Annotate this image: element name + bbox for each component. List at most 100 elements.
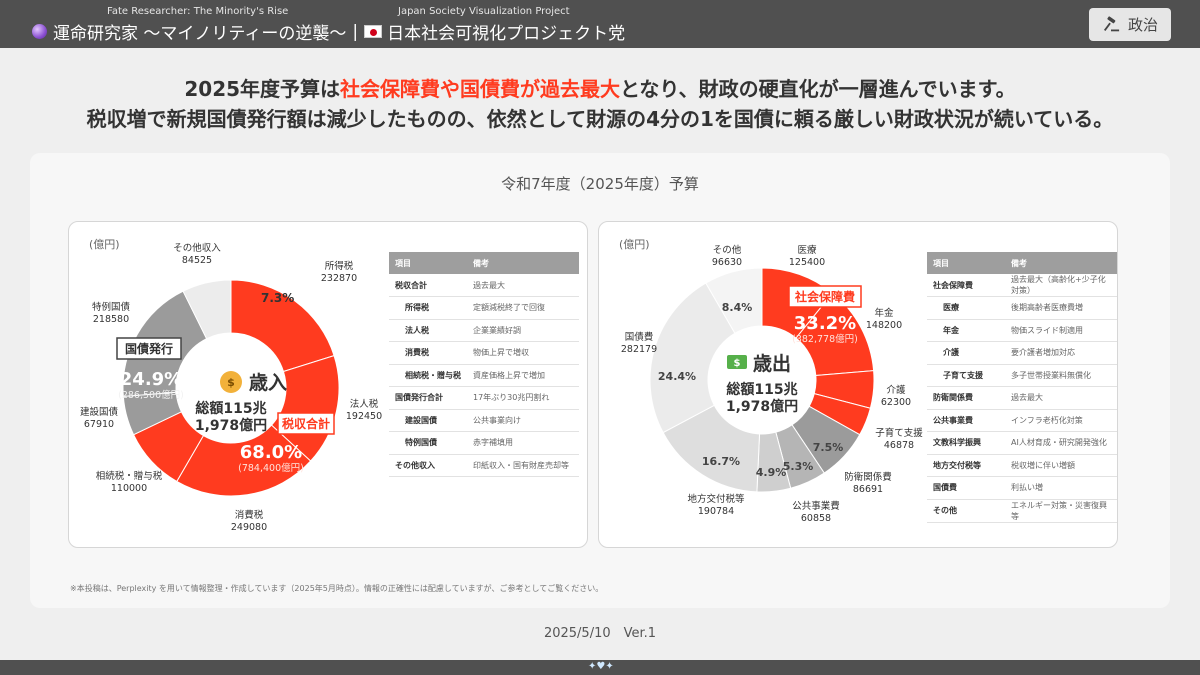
expenditure-label-name-7: 国債費 [625,331,654,343]
revenue-label-value-4: 67910 [84,419,114,430]
expenditure-center-title: 歳出 [753,352,791,375]
footnote: ※本投稿は、Perplexity を用いて情報整理・作成しています（2025年5… [70,584,604,593]
brand-right-title: 日本社会可視化プロジェクト党 [387,24,626,44]
expenditure-row-note: インフラ老朽化対策 [1005,409,1117,432]
social-callout-pct: 33.2% [794,313,856,334]
expenditure-label-name-3: 子育て支援 [875,427,923,439]
table-row: 子育て支援 多子世帯授業料無償化 [927,364,1117,387]
revenue-row-note: 印紙収入・国有財産売却等 [467,454,579,477]
social-callout-amount: (382,778億円) [792,333,858,345]
headline-line-1-post: となり、財政の硬直化が一層進んでいます。 [620,77,1016,101]
revenue-row-item: 法人税 [389,319,467,342]
headline: 2025年度予算は社会保障費や国債費が過去最大となり、財政の硬直化が一層進んでい… [0,74,1200,134]
category-tag-button[interactable]: 政治 [1089,8,1171,41]
expenditure-slice-pct-4: 7.5% [813,441,844,454]
date-version: 2025/5/10 Ver.1 [543,626,657,641]
expenditure-row-item: 医療 [927,296,1005,320]
table-header-note: 備考 [1005,252,1117,274]
expenditure-row-note: 後期高齢者医療費増 [1005,296,1117,320]
expenditure-row-note: エネルギー対策・災害復興等 [1005,499,1117,523]
expenditure-label-value-2: 62300 [881,397,911,408]
gavel-icon [1103,15,1120,31]
revenue-row-item: その他収入 [389,454,467,477]
expenditure-slice-pct-5: 5.3% [783,460,814,473]
brand-separator: | [352,21,359,42]
social-callout-label: 社会保障費 [794,289,855,304]
table-row: 相続税・贈与税 資産価格上昇で増加 [389,364,579,387]
revenue-row-note: 公共事業向け [467,409,579,432]
revenue-row-note: 資産価格上昇で増加 [467,364,579,387]
revenue-total-line2: 1,978億円 [195,417,267,434]
tax-callout-label: 税収合計 [282,416,330,431]
expenditure-row-note: 税収増に伴い増額 [1005,454,1117,477]
revenue-label-name-6: その他収入 [173,242,221,254]
expenditure-label-value-6: 190784 [698,506,734,517]
expenditure-label-value-0: 125400 [789,257,825,268]
table-row: 防衛関係費 過去最大 [927,386,1117,410]
expenditure-row-item: その他 [927,499,1005,523]
expenditure-row-item: 地方交付税等 [927,454,1005,477]
revenue-donut-chart: 所得税232870 法人税192450 消費税249080 相続税・贈与税110000… [80,242,382,533]
revenue-label-value-0: 232870 [321,273,357,284]
svg-text:$: $ [734,358,741,369]
table-row: 国債発行合計 17年ぶり30兆円割れ [389,386,579,410]
expenditure-total-line1: 総額115兆 [726,381,797,398]
expenditure-row-note: 要介護者増加対応 [1005,341,1117,365]
expenditure-row-item: 公共事業費 [927,409,1005,432]
headline-highlight: 社会保障費や国債費が過去最大 [340,77,621,101]
table-row: 所得税 定額減税終了で回復 [389,296,579,320]
bond-callout-label: 国債発行 [125,341,173,356]
expenditure-row-note: 過去最大（高齢化+少子化対策） [1005,274,1117,297]
expenditure-label-name-4: 防衛関係費 [844,471,892,483]
expenditure-row-item: 国債費 [927,476,1005,500]
expenditure-row-item: 文教科学振興 [927,431,1005,455]
expenditure-label-name-0: 医療 [797,244,817,256]
expenditure-row-item: 子育て支援 [927,364,1005,387]
expenditure-label-value-1: 148200 [866,320,902,331]
revenue-row-note: 定額減税終了で回復 [467,296,579,320]
expenditure-row-item: 年金 [927,319,1005,342]
brand-left-subtitle: Fate Researcher: The Minority's Rise [107,6,289,17]
expenditure-slice-pct-6: 4.9% [756,466,787,479]
revenue-card: (億円) 所得税 232870 法人税 192450 消費税 249080 相続税・贈与税 1… [68,221,588,548]
expenditure-row-note: 物価スライド制適用 [1005,319,1117,342]
bond-callout-pct: 24.9% [120,369,182,390]
revenue-row-item: 建設国債 [389,409,467,432]
revenue-label-name-5: 特例国債 [92,301,131,313]
expenditure-row-note: AI人材育成・研究開発強化 [1005,431,1117,455]
revenue-label-value-5: 218580 [93,314,129,325]
table-row: 医療 後期高齢者医療費増 [927,296,1117,320]
expenditure-row-item: 防衛関係費 [927,386,1005,410]
expenditure-label-name-8: その他 [713,244,742,256]
brand-right-subtitle: Japan Society Visualization Project [398,6,570,17]
expenditure-label-value-4: 86691 [853,484,883,495]
brand-left: 運命研究家 〜マイノリティーの逆襲〜 | 日本社会可視化プロジェクト党 [32,19,625,44]
revenue-row-item: 相続税・贈与税 [389,364,467,387]
revenue-center-title: 歳入 [249,372,287,394]
revenue-row-note: 17年ぶり30兆円割れ [467,386,579,410]
revenue-label-value-6: 84525 [182,255,212,266]
tax-callout-amount: (784,400億円) [238,462,304,474]
revenue-row-item: 税収合計 [389,274,467,297]
table-header-row: 項目 備考 [927,252,1117,274]
revenue-row-item: 所得税 [389,296,467,320]
table-row: その他収入 印紙収入・国有財産売却等 [389,454,579,477]
table-row: 税収合計 過去最大 [389,274,579,297]
revenue-row-note: 過去最大 [467,274,579,297]
expenditure-label-name-6: 地方交付税等 [687,493,745,505]
revenue-other-pct: 7.3% [261,291,294,305]
expenditure-label-value-8: 96630 [712,257,742,268]
expenditure-label-value-5: 60858 [801,513,831,524]
revenue-row-note: 物価上昇で増収 [467,341,579,365]
expenditure-slice-pct-9: 8.4% [722,301,753,314]
revenue-label-value-1: 192450 [346,411,382,422]
table-row: その他 エネルギー対策・災害復興等 [927,499,1117,523]
expenditure-total-line2: 1,978億円 [726,398,798,415]
expenditure-label-name-5: 公共事業費 [792,500,840,512]
expenditure-slice-pct-8: 24.4% [658,370,696,383]
table-row: 公共事業費 インフラ老朽化対策 [927,409,1117,432]
revenue-label-name-4: 建設国債 [80,406,119,418]
expenditure-donut-chart: 医療125400 年金148200 介護62300 子育て支援46878 防衛関係費86… [621,244,923,524]
revenue-total-line1: 総額115兆 [195,400,266,417]
revenue-row-item: 特例国債 [389,431,467,455]
